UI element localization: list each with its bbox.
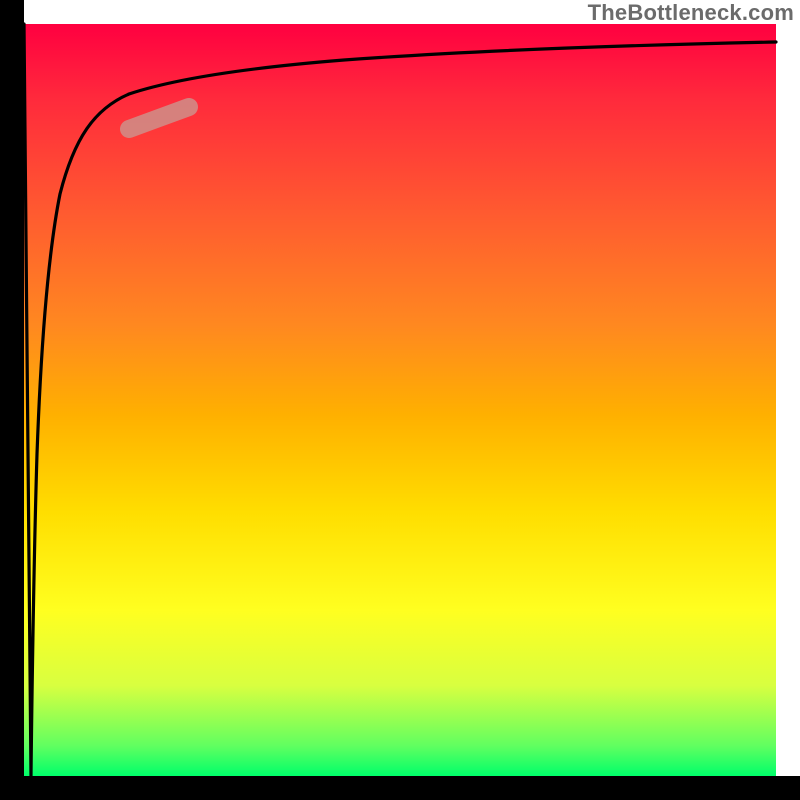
curve-layer <box>24 24 776 776</box>
chart-frame: TheBottleneck.com <box>0 0 800 800</box>
data-curve <box>24 24 776 776</box>
watermark-text: TheBottleneck.com <box>588 0 794 26</box>
highlight-segment <box>129 107 189 129</box>
y-axis <box>0 0 24 800</box>
x-axis <box>0 776 800 800</box>
